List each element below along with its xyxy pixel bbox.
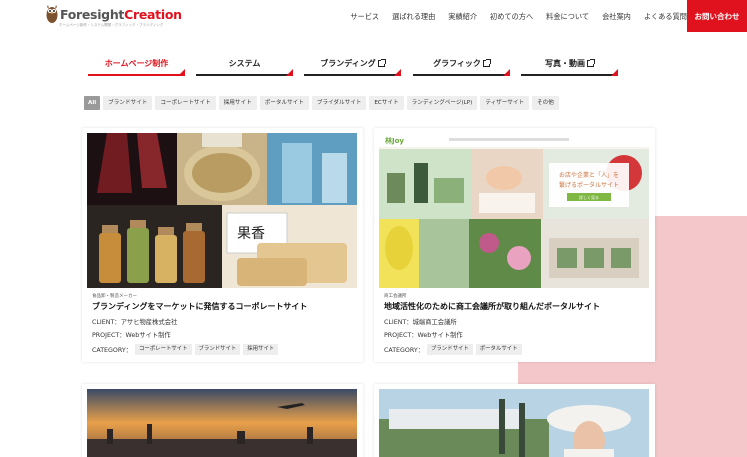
nav-item-faq[interactable]: よくある質問 — [644, 12, 687, 22]
filter-landing-page[interactable]: ランディングページ(LP) — [406, 96, 478, 110]
work-thumbnail — [379, 389, 649, 457]
tab-label: 写真・動画 — [521, 58, 618, 69]
work-card[interactable]: 林Joy お店や企業と「人」を 繋げるポータルサイト 詳しく見る 商工会議所 地… — [374, 128, 655, 362]
card-title[interactable]: 地域活性化のために商工会議所が取り組んだポータルサイト — [384, 301, 600, 312]
work-thumbnail — [87, 389, 357, 457]
overlay-button: 詳しく見る — [579, 194, 599, 200]
tab-label: システム — [228, 59, 261, 68]
card-categories: CATEGORY： コーポレートサイト ブランドサイト 採用サイト — [92, 344, 279, 355]
logo-tagline: ホームページ制作・システム開発・グラフィック・ブランディング — [59, 23, 164, 27]
overlay-text-2: 繋げるポータルサイト — [559, 181, 619, 189]
external-link-icon — [482, 59, 491, 67]
tab-homepage[interactable]: ホームページ制作 — [88, 54, 185, 76]
work-thumbnail: 林Joy お店や企業と「人」を 繋げるポータルサイト 詳しく見る — [379, 133, 649, 288]
tab-underline — [521, 74, 618, 76]
tab-corner-triangle — [178, 69, 185, 76]
tab-corner-triangle — [611, 69, 618, 76]
tab-corner-triangle — [503, 69, 510, 76]
work-card[interactable] — [374, 384, 655, 457]
nav-item-service[interactable]: サービス — [350, 12, 379, 22]
card-project: PROJECT：Webサイト制作 — [92, 332, 171, 339]
card-categories: CATEGORY： ブランドサイト ポータルサイト — [384, 344, 522, 355]
card-client: CLIENT：城端商工会議所 — [384, 319, 457, 326]
tab-underline — [88, 74, 185, 76]
nav-item-first-time[interactable]: 初めての方へ — [490, 12, 533, 22]
nav-item-company[interactable]: 会社案内 — [602, 12, 631, 22]
card-industry: 食品卸・製造メーカー — [92, 294, 137, 299]
filter-corporate-site[interactable]: コーポレートサイト — [155, 96, 216, 110]
external-link-icon — [377, 59, 386, 67]
filter-bridal-site[interactable]: ブライダルサイト — [311, 96, 367, 110]
tab-label: ブランディング — [304, 58, 401, 69]
category-chip[interactable]: ブランドサイト — [194, 344, 241, 355]
tab-branding[interactable]: ブランディング — [304, 54, 401, 76]
work-card[interactable]: 果香 食品卸・製造メーカー ブランディングをマーケットに発信するコーポレートサイ… — [82, 128, 363, 362]
category-chip[interactable]: ブランドサイト — [427, 344, 473, 355]
filter-teaser-site[interactable]: ティザーサイト — [480, 96, 530, 110]
category-chip[interactable]: ポータルサイト — [475, 344, 522, 355]
tab-graphic[interactable]: グラフィック — [413, 54, 510, 76]
external-link-icon — [587, 59, 595, 67]
tab-underline — [413, 74, 510, 76]
category-tabs: ホームページ制作 システム ブランディング グラフィック 写真・動画 — [88, 54, 618, 78]
category-chip[interactable]: コーポレートサイト — [135, 344, 192, 355]
package-label: 果香 — [237, 226, 265, 242]
tab-underline — [196, 74, 293, 76]
tab-system[interactable]: システム — [196, 54, 293, 76]
portal-site-logo: 林Joy — [385, 136, 404, 145]
tab-corner-triangle — [286, 69, 293, 76]
logo-wordmark: ForesightCreation — [60, 7, 182, 22]
nav-item-works[interactable]: 実績紹介 — [448, 12, 477, 22]
card-client: CLIENT：アサヒ物産株式会社 — [92, 319, 178, 326]
filter-chips: All ブランドサイト コーポレートサイト 採用サイト ポータルサイト ブライダ… — [84, 96, 562, 110]
category-label: CATEGORY： — [92, 347, 132, 354]
card-project: PROJECT：Webサイト制作 — [384, 332, 463, 339]
tab-label: グラフィック — [413, 58, 510, 69]
category-label: CATEGORY： — [384, 347, 424, 354]
filter-all[interactable]: All — [84, 96, 101, 110]
work-card[interactable] — [82, 384, 363, 457]
filter-portal-site[interactable]: ポータルサイト — [259, 96, 309, 110]
filter-other[interactable]: その他 — [532, 96, 559, 110]
tab-label: ホームページ制作 — [104, 59, 169, 68]
card-industry: 商工会議所 — [384, 294, 407, 299]
card-title[interactable]: ブランディングをマーケットに発信するコーポレートサイト — [92, 301, 307, 312]
tab-corner-triangle — [394, 69, 401, 76]
nav-item-pricing[interactable]: 料金について — [546, 12, 589, 22]
owl-logo-icon — [46, 5, 58, 23]
filter-ec-site[interactable]: ECサイト — [369, 96, 404, 110]
contact-button[interactable]: お問い合わせ — [687, 0, 747, 32]
site-header: ForesightCreation ホームページ制作・システム開発・グラフィック… — [0, 0, 747, 34]
tab-underline — [304, 74, 401, 76]
category-chip[interactable]: 採用サイト — [243, 344, 279, 355]
filter-recruit-site[interactable]: 採用サイト — [218, 96, 257, 110]
overlay-text-1: お店や企業と「人」を — [559, 171, 619, 179]
filter-brand-site[interactable]: ブランドサイト — [103, 96, 153, 110]
main-nav: サービス 選ばれる理由 実績紹介 初めての方へ 料金について 会社案内 よくある… — [337, 0, 687, 34]
work-thumbnail: 果香 — [87, 133, 357, 288]
nav-item-reasons[interactable]: 選ばれる理由 — [392, 12, 435, 22]
tab-photo-video[interactable]: 写真・動画 — [521, 54, 618, 76]
site-logo[interactable]: ForesightCreation ホームページ制作・システム開発・グラフィック… — [46, 4, 182, 30]
